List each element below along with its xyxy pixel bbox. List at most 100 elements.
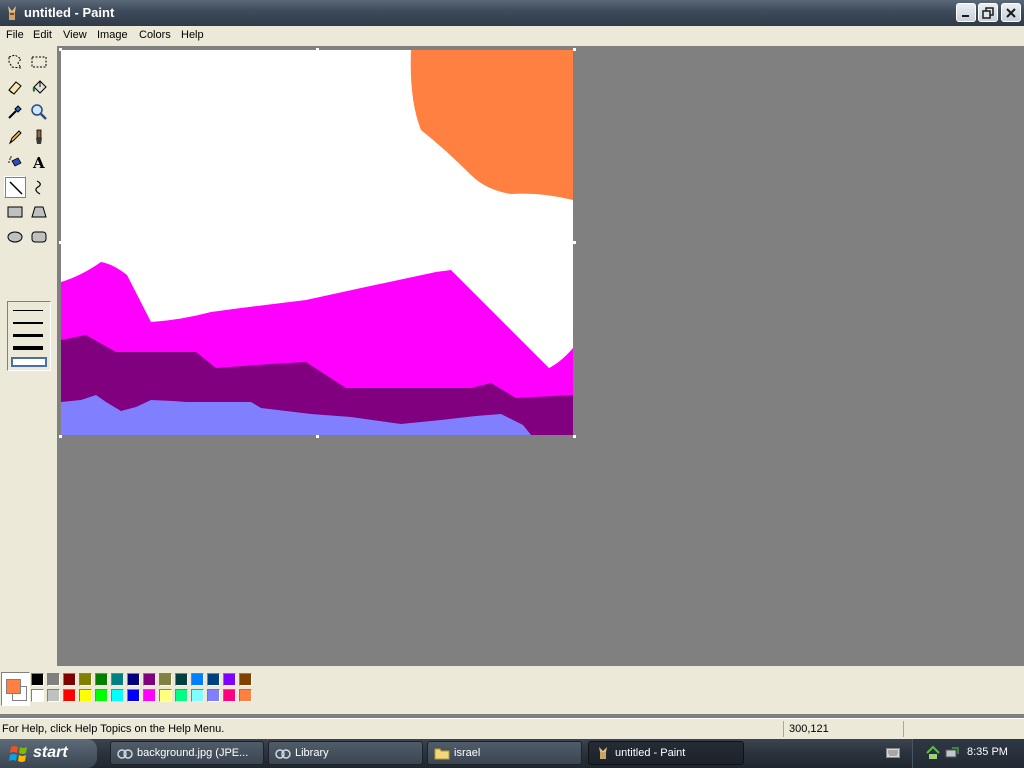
polygon-tool[interactable]	[28, 201, 50, 223]
drawing-canvas[interactable]	[61, 50, 573, 435]
keyboard-icon[interactable]	[886, 748, 900, 761]
palette-color-swatch[interactable]	[31, 689, 44, 702]
palette-color-swatch[interactable]	[79, 689, 92, 702]
line-width-3[interactable]	[13, 334, 43, 337]
select-tool[interactable]	[28, 51, 50, 73]
paint-app-icon	[599, 747, 607, 759]
line-width-4[interactable]	[13, 346, 43, 350]
menu-colors[interactable]: Colors	[139, 29, 171, 41]
drawing-artwork	[61, 50, 573, 435]
palette-color-swatch[interactable]	[95, 673, 108, 686]
close-button[interactable]	[1001, 3, 1021, 22]
menu-help[interactable]: Help	[181, 29, 204, 41]
text-tool[interactable]: A	[28, 151, 50, 173]
system-tray: 8:35 PM	[912, 739, 1024, 768]
palette-color-swatch[interactable]	[47, 689, 60, 702]
pencil-tool[interactable]	[4, 126, 26, 148]
palette-color-swatch[interactable]	[143, 673, 156, 686]
palette-color-swatch[interactable]	[63, 673, 76, 686]
canvas-resize-handle[interactable]	[59, 241, 62, 244]
magnifier-tool[interactable]	[28, 101, 50, 123]
palette-color-swatch[interactable]	[159, 673, 172, 686]
window-title: untitled - Paint	[24, 5, 115, 20]
palette-color-swatch[interactable]	[63, 689, 76, 702]
pick-color-tool[interactable]	[4, 101, 26, 123]
palette-color-swatch[interactable]	[207, 673, 220, 686]
network-icon[interactable]	[925, 745, 941, 761]
palette-color-swatch[interactable]	[159, 689, 172, 702]
palette-color-swatch[interactable]	[127, 689, 140, 702]
palette-color-swatch[interactable]	[79, 673, 92, 686]
start-button[interactable]: start	[0, 739, 97, 768]
primary-color-swatch	[6, 679, 21, 694]
cursor-coordinates: 300,121	[789, 723, 829, 735]
palette-color-swatch[interactable]	[111, 673, 124, 686]
line-width-2[interactable]	[13, 322, 43, 324]
canvas-resize-handle[interactable]	[573, 48, 576, 51]
palette-color-swatch[interactable]	[207, 689, 220, 702]
restore-button[interactable]	[978, 3, 998, 22]
task-label: Library	[295, 747, 329, 759]
canvas-resize-handle[interactable]	[59, 435, 62, 438]
current-colors[interactable]	[1, 672, 30, 706]
canvas-resize-handle[interactable]	[316, 48, 319, 51]
palette-color-swatch[interactable]	[143, 689, 156, 702]
line-tool[interactable]	[4, 176, 26, 198]
palette-color-swatch[interactable]	[239, 673, 252, 686]
taskbar: start background.jpg (JPE... Library isr…	[0, 739, 1024, 768]
task-library[interactable]: Library	[268, 741, 423, 765]
palette-color-swatch[interactable]	[239, 689, 252, 702]
curve-tool[interactable]	[28, 176, 50, 198]
start-label: start	[33, 744, 68, 761]
palette-color-swatch[interactable]	[95, 689, 108, 702]
menu-view[interactable]: View	[63, 29, 87, 41]
eraser-tool[interactable]	[4, 76, 26, 98]
canvas-resize-handle[interactable]	[573, 435, 576, 438]
brush-tool[interactable]	[28, 126, 50, 148]
minimize-button[interactable]	[956, 3, 976, 22]
palette-color-swatch[interactable]	[127, 673, 140, 686]
palette-color-swatch[interactable]	[47, 673, 60, 686]
palette-color-swatch[interactable]	[191, 673, 204, 686]
ellipse-tool[interactable]	[4, 226, 26, 248]
windows-logo-icon	[9, 746, 27, 762]
menu-file[interactable]: File	[6, 29, 24, 41]
sun-shape	[410, 50, 573, 200]
title-bar: untitled - Paint	[0, 0, 1024, 26]
canvas-resize-handle[interactable]	[316, 435, 319, 438]
palette-color-swatch[interactable]	[175, 689, 188, 702]
image-viewer-icon	[117, 749, 133, 759]
palette-color-swatch[interactable]	[223, 689, 236, 702]
line-width-1[interactable]	[13, 310, 43, 311]
menu-edit[interactable]: Edit	[33, 29, 52, 41]
palette-color-swatch[interactable]	[223, 673, 236, 686]
palette-color-swatch[interactable]	[111, 689, 124, 702]
tool-box: A	[0, 46, 57, 666]
task-label: untitled - Paint	[615, 747, 686, 759]
task-israel-folder[interactable]: israel	[427, 741, 582, 765]
image-viewer-icon	[275, 749, 291, 759]
rounded-rectangle-tool[interactable]	[28, 226, 50, 248]
free-form-select-tool[interactable]	[4, 51, 26, 73]
menu-image[interactable]: Image	[97, 29, 128, 41]
canvas-resize-handle[interactable]	[573, 241, 576, 244]
clock: 8:35 PM	[967, 746, 1008, 758]
status-bar: For Help, click Help Topics on the Help …	[0, 718, 1024, 739]
palette-color-swatch[interactable]	[31, 673, 44, 686]
menu-bar: File Edit View Image Colors Help	[0, 26, 1024, 46]
rectangle-tool[interactable]	[4, 201, 26, 223]
airbrush-tool[interactable]	[4, 151, 26, 173]
palette-color-swatch[interactable]	[175, 673, 188, 686]
task-background-jpg[interactable]: background.jpg (JPE...	[110, 741, 264, 765]
fill-with-color-tool[interactable]	[28, 76, 50, 98]
line-width-5-selected[interactable]	[11, 357, 47, 367]
folder-icon	[434, 748, 450, 760]
canvas-resize-handle[interactable]	[59, 48, 62, 51]
status-help-text: For Help, click Help Topics on the Help …	[2, 723, 225, 735]
line-width-options	[7, 301, 51, 371]
palette-color-swatch[interactable]	[191, 689, 204, 702]
safely-remove-hardware-icon[interactable]	[944, 745, 960, 761]
status-divider	[903, 721, 904, 737]
task-untitled-paint[interactable]: untitled - Paint	[588, 741, 744, 765]
task-label: background.jpg (JPE...	[137, 747, 249, 759]
